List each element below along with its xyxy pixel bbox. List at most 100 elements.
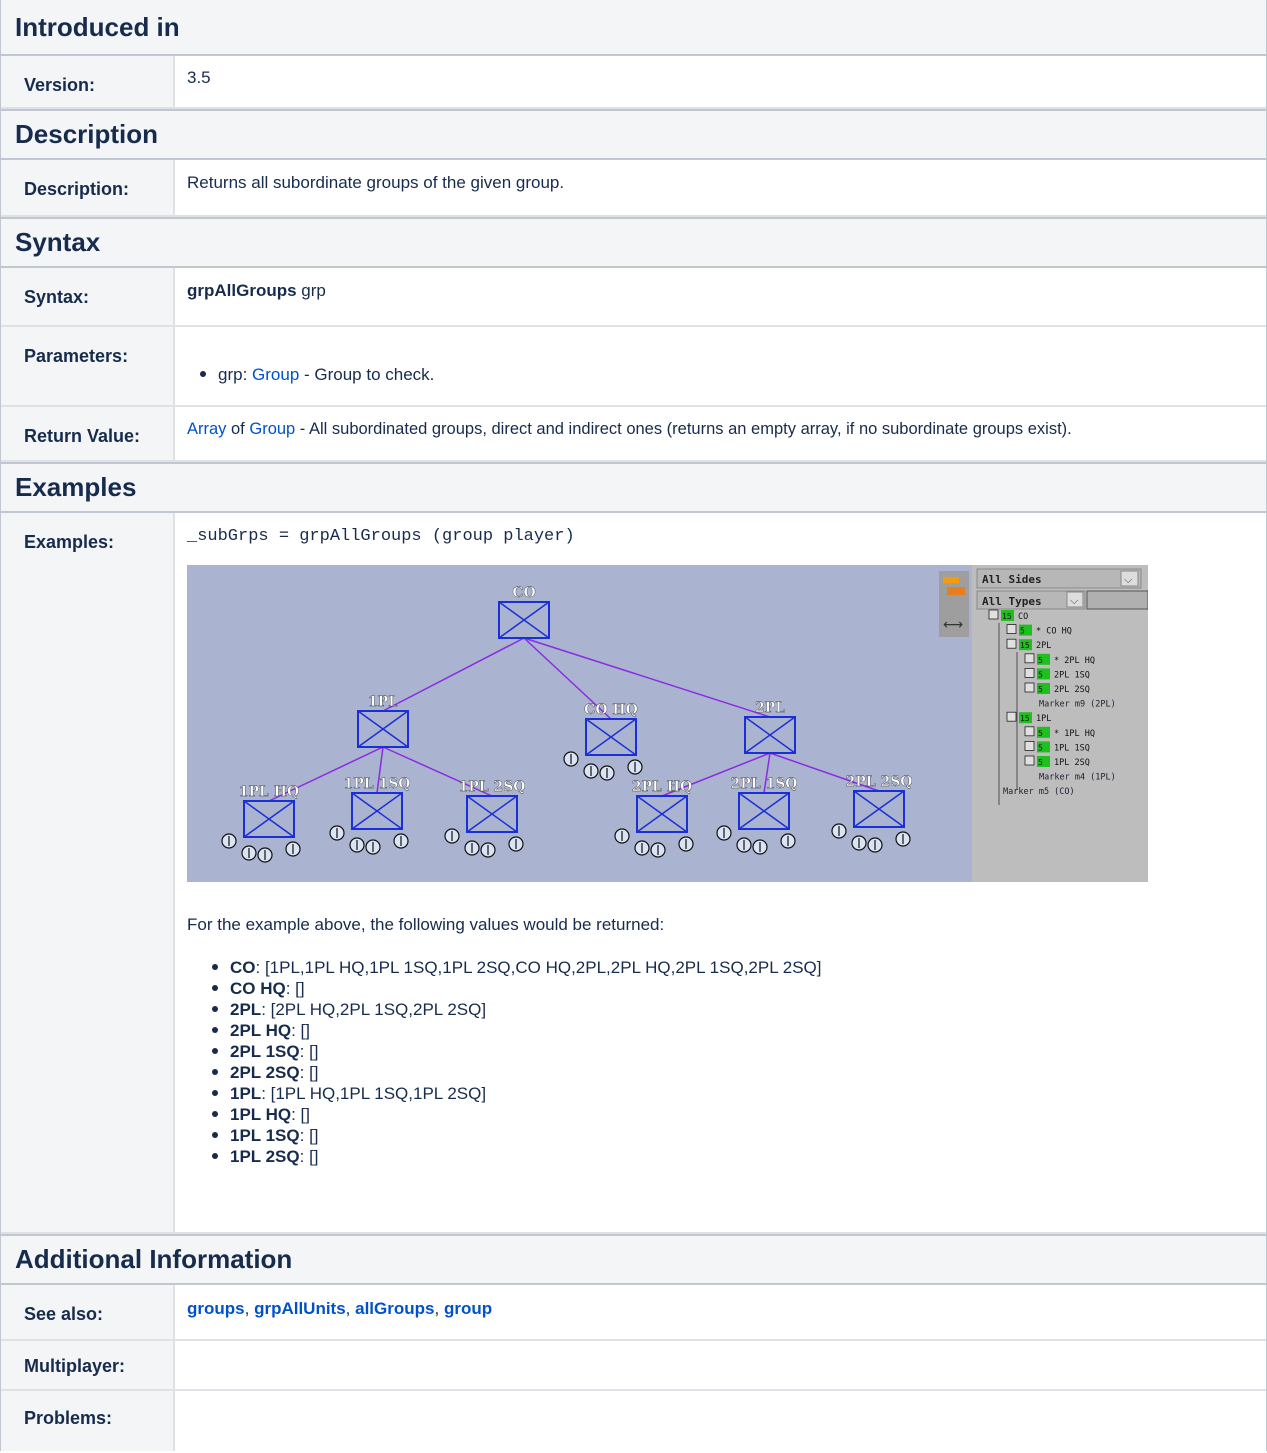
- tree-item-label: * 2PL HQ: [1054, 656, 1095, 666]
- description-label: Description:: [1, 160, 175, 215]
- version-value: 3.5: [187, 68, 211, 87]
- result-item: 1PL: [1PL HQ,1PL 1SQ,1PL 2SQ]: [212, 1083, 1266, 1104]
- expand-toggle-icon[interactable]: [1024, 668, 1035, 678]
- unit-icon[interactable]: [627, 759, 643, 775]
- editor-panel: [972, 565, 1148, 882]
- unit-icon[interactable]: [480, 842, 496, 858]
- section-title: Examples: [15, 472, 137, 502]
- tree-item-label: 1PL 1SQ: [1054, 743, 1090, 753]
- unit-icon[interactable]: [650, 842, 666, 858]
- expand-toggle-icon[interactable]: [1006, 711, 1017, 722]
- result-value: : []: [291, 1105, 310, 1124]
- unit-icon[interactable]: [599, 765, 615, 781]
- layers-icon-stripe: [947, 587, 965, 595]
- result-value: : []: [291, 1021, 310, 1040]
- syntax-row: Syntax: grpAllGroups grp: [1, 268, 1266, 327]
- expand-toggle-icon[interactable]: [1024, 740, 1035, 751]
- result-value: : []: [299, 1042, 319, 1061]
- unit-icon[interactable]: [716, 825, 732, 841]
- syntax-label: Syntax:: [1, 268, 175, 325]
- group-label: 2PL 2SQ: [845, 774, 912, 790]
- section-title: Additional Information: [15, 1244, 293, 1274]
- unit-icon[interactable]: [393, 833, 409, 849]
- syntax-command: grpAllGroups: [187, 281, 297, 300]
- expand-toggle-icon[interactable]: [1024, 653, 1035, 664]
- tree-item[interactable]: Marker m5 (CO): [1003, 787, 1075, 797]
- result-item: 1PL HQ: []: [212, 1104, 1266, 1125]
- unit-icon[interactable]: [895, 831, 911, 847]
- result-item: 2PL: [2PL HQ,2PL 1SQ,2PL 2SQ]: [212, 999, 1266, 1020]
- return-value: Array of Group - All subordinated groups…: [175, 407, 1266, 460]
- parameters-value: grp: Group - Group to check.: [175, 327, 1266, 405]
- unit-icon[interactable]: [634, 840, 650, 856]
- unit-count: 15: [1020, 714, 1030, 723]
- unit-icon[interactable]: [780, 833, 796, 849]
- see-also-link[interactable]: groups: [187, 1299, 245, 1318]
- problems-row: Problems:: [1, 1391, 1266, 1451]
- expand-toggle-icon[interactable]: [1006, 624, 1017, 634]
- unit-icon[interactable]: [464, 840, 480, 856]
- version-row: Version: 3.5: [1, 56, 1266, 109]
- separator: ,: [244, 1299, 255, 1318]
- result-value: : [2PL HQ,2PL 1SQ,2PL 2SQ]: [261, 1000, 487, 1019]
- unit-icon[interactable]: [444, 828, 460, 844]
- group-type-link[interactable]: Group: [252, 365, 299, 384]
- group-label: 1PL HQ: [239, 784, 299, 800]
- expand-toggle-icon[interactable]: [988, 609, 999, 620]
- description-value: Returns all subordinate groups of the gi…: [187, 173, 565, 192]
- array-type-link[interactable]: Array: [187, 420, 226, 438]
- see-also-value: groups, grpAllUnits, allGroups, group: [175, 1285, 1266, 1339]
- result-item: 2PL 2SQ: []: [212, 1062, 1266, 1083]
- see-also-link[interactable]: group: [444, 1299, 492, 1318]
- group-label: 2PL 1SQ: [730, 776, 797, 792]
- result-value: : []: [299, 1063, 319, 1082]
- expand-toggle-icon[interactable]: [1024, 682, 1035, 693]
- tree-item[interactable]: Marker m4 (1PL): [1039, 773, 1116, 783]
- syntax-arg: grp: [296, 281, 326, 300]
- parameters-row: Parameters: grp: Group - Group to check.: [1, 327, 1266, 407]
- result-value: : []: [285, 979, 305, 998]
- see-also-link[interactable]: allGroups: [355, 1299, 434, 1318]
- result-item: 2PL HQ: []: [212, 1020, 1266, 1041]
- unit-icon[interactable]: [583, 763, 599, 779]
- unit-icon[interactable]: [752, 839, 768, 855]
- multiplayer-label: Multiplayer:: [1, 1341, 175, 1389]
- unit-icon[interactable]: [257, 847, 273, 863]
- tree-item[interactable]: Marker m9 (2PL): [1039, 700, 1116, 710]
- unit-icon[interactable]: [241, 845, 257, 861]
- expand-toggle-icon[interactable]: [1024, 755, 1035, 766]
- group-type-link[interactable]: Group: [249, 420, 295, 438]
- layers-icon-stripe: [943, 577, 959, 583]
- unit-icon[interactable]: [349, 837, 365, 853]
- result-group-name: 2PL 2SQ: [230, 1063, 300, 1082]
- unit-icon[interactable]: [221, 833, 237, 849]
- resize-icon[interactable]: ⟷: [943, 617, 963, 633]
- unit-icon[interactable]: [867, 837, 883, 853]
- see-also-link[interactable]: grpAllUnits: [254, 1299, 346, 1318]
- expand-toggle-icon[interactable]: [1006, 638, 1017, 649]
- result-group-name: 1PL 1SQ: [230, 1126, 300, 1145]
- unit-icon[interactable]: [508, 836, 524, 852]
- search-input[interactable]: [1086, 590, 1148, 610]
- unit-icon[interactable]: [678, 836, 694, 852]
- unit-icon[interactable]: [736, 837, 752, 853]
- section-title: Syntax: [15, 227, 101, 257]
- expand-toggle-icon[interactable]: [1024, 726, 1035, 737]
- description-row: Description: Returns all subordinate gro…: [1, 160, 1266, 217]
- unit-icon[interactable]: [285, 841, 301, 857]
- chevron-down-icon: ⌵: [1070, 594, 1079, 607]
- unit-icon[interactable]: [365, 839, 381, 855]
- result-group-name: CO HQ: [230, 979, 286, 998]
- unit-icon[interactable]: [851, 835, 867, 851]
- unit-icon[interactable]: [563, 751, 579, 767]
- result-group-name: 1PL: [230, 1084, 262, 1103]
- unit-icon[interactable]: [831, 823, 847, 839]
- see-also-label: See also:: [1, 1285, 175, 1339]
- multiplayer-row: Multiplayer:: [1, 1341, 1266, 1391]
- unit-count: 5: [1038, 685, 1043, 694]
- result-item: 1PL 2SQ: []: [212, 1146, 1266, 1167]
- syntax-value: grpAllGroups grp: [175, 268, 1266, 325]
- unit-icon[interactable]: [614, 828, 630, 844]
- unit-icon[interactable]: [329, 825, 345, 841]
- parameter-prefix: grp:: [218, 365, 253, 384]
